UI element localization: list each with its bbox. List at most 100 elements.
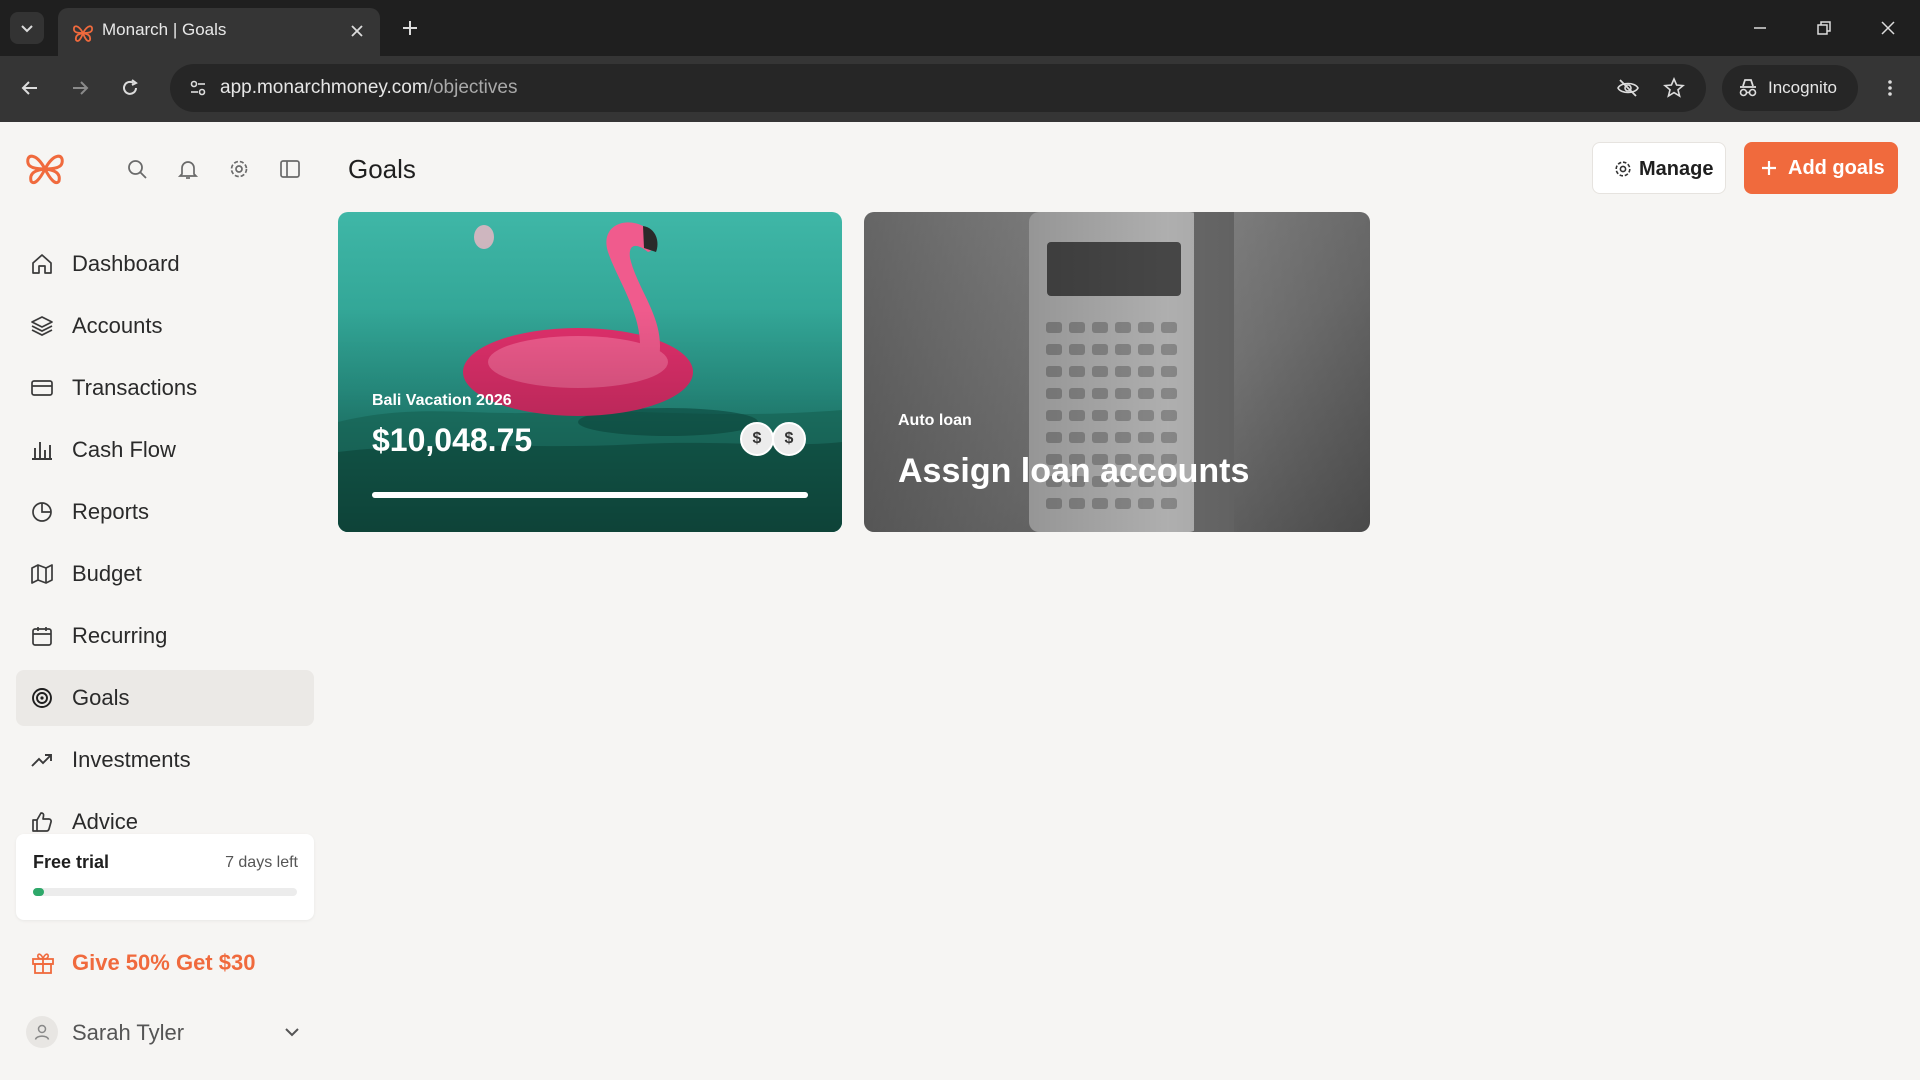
bookmark-button[interactable] <box>1658 72 1690 104</box>
sidebar-item-label: Dashboard <box>72 251 180 276</box>
sidebar-item-accounts[interactable]: Accounts <box>16 298 314 354</box>
monarch-favicon-icon <box>72 25 94 42</box>
reload-icon <box>123 79 138 95</box>
main-content: Goals Manage Add goals Bali Vacation 202… <box>330 122 1920 1080</box>
collapse-sidebar-button[interactable] <box>275 154 305 184</box>
sidebar-item-dashboard[interactable]: Dashboard <box>16 236 314 292</box>
user-icon <box>34 1024 50 1040</box>
tab-title: Monarch | Goals <box>102 20 227 39</box>
incognito-icon <box>1739 79 1757 97</box>
account-coin-2: $ <box>772 422 806 456</box>
add-goals-button[interactable]: Add goals <box>1744 142 1898 194</box>
restore-icon <box>1817 21 1831 35</box>
trial-progress-bar <box>33 888 297 896</box>
user-name: Sarah Tyler <box>72 1020 185 1045</box>
reload-button[interactable] <box>112 70 148 106</box>
manage-button[interactable]: Manage <box>1592 142 1726 194</box>
avatar <box>26 1016 58 1048</box>
tune-icon <box>190 80 206 96</box>
url-path: /objectives <box>427 77 518 98</box>
search-button[interactable] <box>122 154 152 184</box>
browser-menu-button[interactable] <box>1872 70 1908 106</box>
sidebar-nav: Dashboard Accounts Transactions Cash Flo… <box>16 236 314 856</box>
trending-up-icon <box>31 754 52 767</box>
url-text: app.monarchmoney.com/objectives <box>220 77 517 99</box>
goal-category: Auto loan <box>898 412 972 429</box>
sidebar-item-label: Reports <box>72 499 150 524</box>
goal-amount: $10,048.75 <box>372 422 533 458</box>
sidebar-item-label: Transactions <box>72 375 198 400</box>
sidebar: Dashboard Accounts Transactions Cash Flo… <box>0 122 330 1080</box>
sidebar-item-label: Goals <box>72 685 130 710</box>
sidebar-item-recurring[interactable]: Recurring <box>16 608 314 664</box>
close-window-button[interactable] <box>1868 10 1908 46</box>
tab-search-button[interactable] <box>10 12 44 44</box>
tracking-protection-button[interactable] <box>1612 72 1644 104</box>
notifications-button[interactable] <box>173 154 203 184</box>
layers-icon <box>31 316 53 336</box>
monarch-logo-icon[interactable] <box>24 148 66 190</box>
url-host: app.monarchmoney.com <box>220 77 428 98</box>
sidebar-item-transactions[interactable]: Transactions <box>16 360 314 416</box>
coin-symbol: $ <box>752 430 762 447</box>
add-goals-button-label: Add goals <box>1788 157 1885 179</box>
sidebar-item-goals[interactable]: Goals <box>16 670 314 726</box>
trial-progress-fill <box>33 888 44 896</box>
credit-card-icon <box>31 380 53 396</box>
assign-loan-accounts-link[interactable]: Assign loan accounts <box>898 452 1249 491</box>
minimize-icon <box>1754 27 1766 29</box>
settings-button[interactable] <box>224 154 254 184</box>
goal-progress-bar <box>372 492 808 498</box>
goal-card-image-flamingo <box>338 212 842 532</box>
sidebar-item-label: Investments <box>72 747 191 772</box>
back-button[interactable] <box>12 70 48 106</box>
tab-close-button[interactable] <box>346 20 368 42</box>
goal-card-auto-loan[interactable]: Auto loan Assign loan accounts <box>864 212 1370 532</box>
close-icon <box>1881 21 1895 35</box>
sidebar-item-label: Budget <box>72 561 142 586</box>
coin-symbol: $ <box>784 430 794 447</box>
free-trial-card[interactable]: Free trial 7 days left <box>16 834 314 920</box>
sidebar-item-reports[interactable]: Reports <box>16 484 314 540</box>
close-icon <box>351 25 363 37</box>
chevron-down-icon <box>285 1028 299 1037</box>
plus-icon <box>403 21 417 35</box>
goal-card-bali-vacation[interactable]: Bali Vacation 2026 $10,048.75 $ $ <box>338 212 842 532</box>
new-tab-button[interactable] <box>396 14 424 42</box>
bar-chart-icon <box>32 442 52 460</box>
site-info-button[interactable] <box>180 70 216 106</box>
browser-tab-bar: Monarch | Goals <box>0 0 1920 56</box>
browser-tab-active[interactable]: Monarch | Goals <box>58 8 380 56</box>
chevron-down-icon <box>21 25 33 33</box>
page-title: Goals <box>348 154 416 184</box>
plus-icon <box>1762 161 1776 175</box>
incognito-indicator[interactable]: Incognito <box>1722 65 1858 111</box>
account-coin-1: $ <box>740 422 774 456</box>
app-container: Dashboard Accounts Transactions Cash Flo… <box>0 122 1920 1080</box>
calendar-icon <box>32 627 52 646</box>
sidebar-item-label: Cash Flow <box>72 437 176 462</box>
sidebar-item-cash-flow[interactable]: Cash Flow <box>16 422 314 478</box>
incognito-label: Incognito <box>1768 78 1837 97</box>
sidebar-item-investments[interactable]: Investments <box>16 732 314 788</box>
goal-name: Bali Vacation 2026 <box>372 392 512 409</box>
sidebar-toggle-icon <box>280 160 300 178</box>
arrow-right-icon <box>73 81 89 95</box>
minimize-window-button[interactable] <box>1740 10 1780 46</box>
gift-icon <box>32 953 54 974</box>
gear-icon <box>1615 161 1631 177</box>
search-icon <box>128 160 147 179</box>
arrow-left-icon <box>21 81 37 95</box>
forward-button[interactable] <box>62 70 98 106</box>
browser-toolbar: app.monarchmoney.com/objectives Incognit… <box>0 56 1920 122</box>
target-icon <box>32 688 52 708</box>
gear-icon <box>230 160 248 178</box>
user-menu[interactable]: Sarah Tyler <box>26 1012 304 1052</box>
star-icon <box>1663 77 1685 98</box>
sidebar-item-label: Advice <box>72 809 139 834</box>
restore-window-button[interactable] <box>1804 10 1844 46</box>
sidebar-item-budget[interactable]: Budget <box>16 546 314 602</box>
address-bar[interactable]: app.monarchmoney.com/objectives <box>170 64 1706 112</box>
referral-label: Give 50% Get $30 <box>72 950 256 975</box>
sidebar-item-label: Recurring <box>72 623 168 648</box>
